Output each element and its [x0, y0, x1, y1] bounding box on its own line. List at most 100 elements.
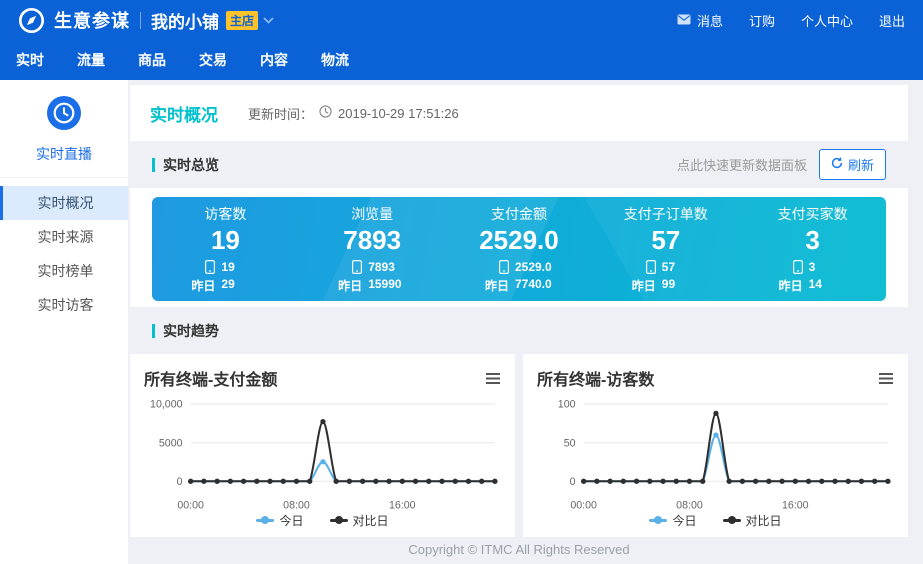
clock-icon: [47, 117, 81, 134]
page-title-bar: 实时概况 更新时间： 2019-10-29 17:51:26: [130, 85, 908, 141]
shop-name: 我的小铺: [151, 8, 219, 33]
nav-item-5[interactable]: 物流: [321, 50, 349, 70]
nav-item-3[interactable]: 交易: [199, 50, 227, 70]
stat-mobile-value: 7893: [368, 260, 416, 275]
update-time-row: 更新时间： 2019-10-29 17:51:26: [248, 104, 459, 123]
phone-icon: [622, 260, 656, 275]
messages-link[interactable]: 消息: [677, 11, 723, 30]
sidebar-menu: 实时概况实时来源实时榜单实时访客: [0, 178, 128, 322]
page-title: 实时概况: [150, 101, 218, 126]
stat-yesterday-label: 昨日: [181, 277, 215, 294]
sidebar-item-2[interactable]: 实时榜单: [0, 254, 128, 288]
stat-yesterday-value: 15990: [368, 277, 416, 294]
svg-text:50: 50: [564, 437, 576, 449]
stat-mobile-value: 19: [221, 260, 269, 275]
stat-block-3: 支付子订单数5757昨日99: [592, 204, 739, 294]
svg-text:100: 100: [558, 399, 576, 411]
svg-text:0: 0: [177, 476, 183, 488]
stats-banner: 访客数1919昨日29浏览量78937893昨日15990支付金额2529.02…: [152, 197, 886, 301]
sidebar-group-label: 实时直播: [0, 144, 128, 164]
chart-card-visitors: 所有终端-访客数 05010000:0008:0016:00 今日对比日: [523, 354, 908, 537]
stat-mobile-value: 57: [662, 260, 710, 275]
brand-title: 生意参谋: [54, 7, 130, 33]
mail-icon: [677, 13, 691, 28]
svg-text:08:00: 08:00: [283, 500, 310, 512]
profile-link[interactable]: 个人中心: [801, 11, 853, 30]
update-time-label: 更新时间：: [248, 104, 313, 123]
stat-yesterday-label: 昨日: [475, 277, 509, 294]
refresh-label: 刷新: [848, 155, 874, 174]
stat-title: 访客数: [152, 204, 299, 224]
sidebar-item-0[interactable]: 实时概况: [0, 186, 128, 220]
main-content: 实时概况 更新时间： 2019-10-29 17:51:26 实时总览: [130, 85, 908, 564]
stat-value: 7893: [299, 226, 446, 256]
refresh-button[interactable]: 刷新: [819, 149, 886, 180]
stat-value: 2529.0: [446, 226, 593, 256]
stat-mobile-value: 3: [809, 260, 857, 275]
copyright-footer: Copyright © ITMC All Rights Reserved: [130, 542, 908, 557]
user-menu: 消息 订购 个人中心 退出: [677, 11, 905, 30]
stat-title: 支付金额: [446, 204, 593, 224]
sidebar-item-1[interactable]: 实时来源: [0, 220, 128, 254]
stat-block-2: 支付金额2529.02529.0昨日7740.0: [446, 204, 593, 294]
overview-section-header: 实时总览 点此快速更新数据面板 刷新: [130, 141, 908, 188]
update-time-value: 2019-10-29 17:51:26: [338, 106, 459, 121]
stat-yesterday-label: 昨日: [769, 277, 803, 294]
stat-value: 57: [592, 226, 739, 256]
legend-item[interactable]: 今日: [649, 512, 696, 529]
stat-yesterday-value: 99: [662, 277, 710, 294]
nav-item-1[interactable]: 流量: [77, 50, 105, 70]
sidebar-item-3[interactable]: 实时访客: [0, 288, 128, 322]
chart-title: 所有终端-访客数: [537, 366, 654, 390]
nav-item-0[interactable]: 实时: [16, 50, 44, 70]
chart-card-payment: 所有终端-支付金额 0500010,00000:0008:0016:00 今日对…: [130, 354, 515, 537]
stat-block-1: 浏览量78937893昨日15990: [299, 204, 446, 294]
hamburger-menu-icon[interactable]: [878, 372, 894, 385]
stat-yesterday-label: 昨日: [328, 277, 362, 294]
legend-item[interactable]: 对比日: [330, 512, 389, 529]
chart-legend: 今日 对比日: [537, 512, 894, 529]
stat-title: 支付子订单数: [592, 204, 739, 224]
svg-text:16:00: 16:00: [782, 500, 809, 512]
sidebar: 实时直播 实时概况实时来源实时榜单实时访客: [0, 80, 128, 564]
stat-yesterday-value: 29: [221, 277, 269, 294]
svg-text:10,000: 10,000: [150, 399, 183, 411]
logout-link[interactable]: 退出: [879, 11, 905, 30]
app-window: 生意参谋 我的小铺 主店 消息 订购 个人中心 退出 实时 流量 商品 交易 内容 物流 实时直…: [0, 0, 923, 564]
sidebar-group: 实时直播: [0, 80, 128, 178]
legend-item[interactable]: 对比日: [723, 512, 782, 529]
phone-icon: [769, 260, 803, 275]
charts-row: 所有终端-支付金额 0 5000 10,000 00:00 08:00 16:00 今日 对…: [130, 354, 908, 537]
stat-yesterday-value: 7740.0: [515, 277, 563, 294]
section-accent-bar: [152, 324, 155, 338]
hamburger-menu-icon[interactable]: [485, 372, 501, 385]
phone-icon: [328, 260, 362, 275]
payment-trend-chart: 0500010,00000:0008:0016:00: [144, 392, 501, 512]
legend-item[interactable]: 今日: [256, 512, 303, 529]
refresh-icon: [831, 157, 843, 172]
brand-logo-icon: [18, 7, 45, 34]
phone-icon: [181, 260, 215, 275]
stat-block-0: 访客数1919昨日29: [152, 204, 299, 294]
chart-legend: 今日 对比日: [144, 512, 501, 529]
svg-text:16:00: 16:00: [389, 500, 416, 512]
chart-title: 所有终端-支付金额: [144, 366, 277, 390]
visitors-trend-chart: 05010000:0008:0016:00: [537, 392, 894, 512]
chevron-down-icon[interactable]: [263, 17, 274, 24]
trend-section-title: 实时趋势: [163, 321, 219, 341]
stat-mobile-value: 2529.0: [515, 260, 563, 275]
svg-text:08:00: 08:00: [676, 500, 703, 512]
nav-item-2[interactable]: 商品: [138, 50, 166, 70]
stat-yesterday-value: 14: [809, 277, 857, 294]
nav-item-4[interactable]: 内容: [260, 50, 288, 70]
small-clock-icon: [319, 105, 332, 121]
phone-icon: [475, 260, 509, 275]
svg-text:5000: 5000: [159, 437, 183, 449]
overview-section-title: 实时总览: [163, 155, 219, 175]
stat-yesterday-label: 昨日: [622, 277, 656, 294]
header-divider: [140, 12, 141, 29]
svg-text:00:00: 00:00: [570, 500, 597, 512]
shop-badge[interactable]: 主店: [226, 11, 258, 30]
stat-title: 浏览量: [299, 204, 446, 224]
subscribe-link[interactable]: 订购: [749, 11, 775, 30]
